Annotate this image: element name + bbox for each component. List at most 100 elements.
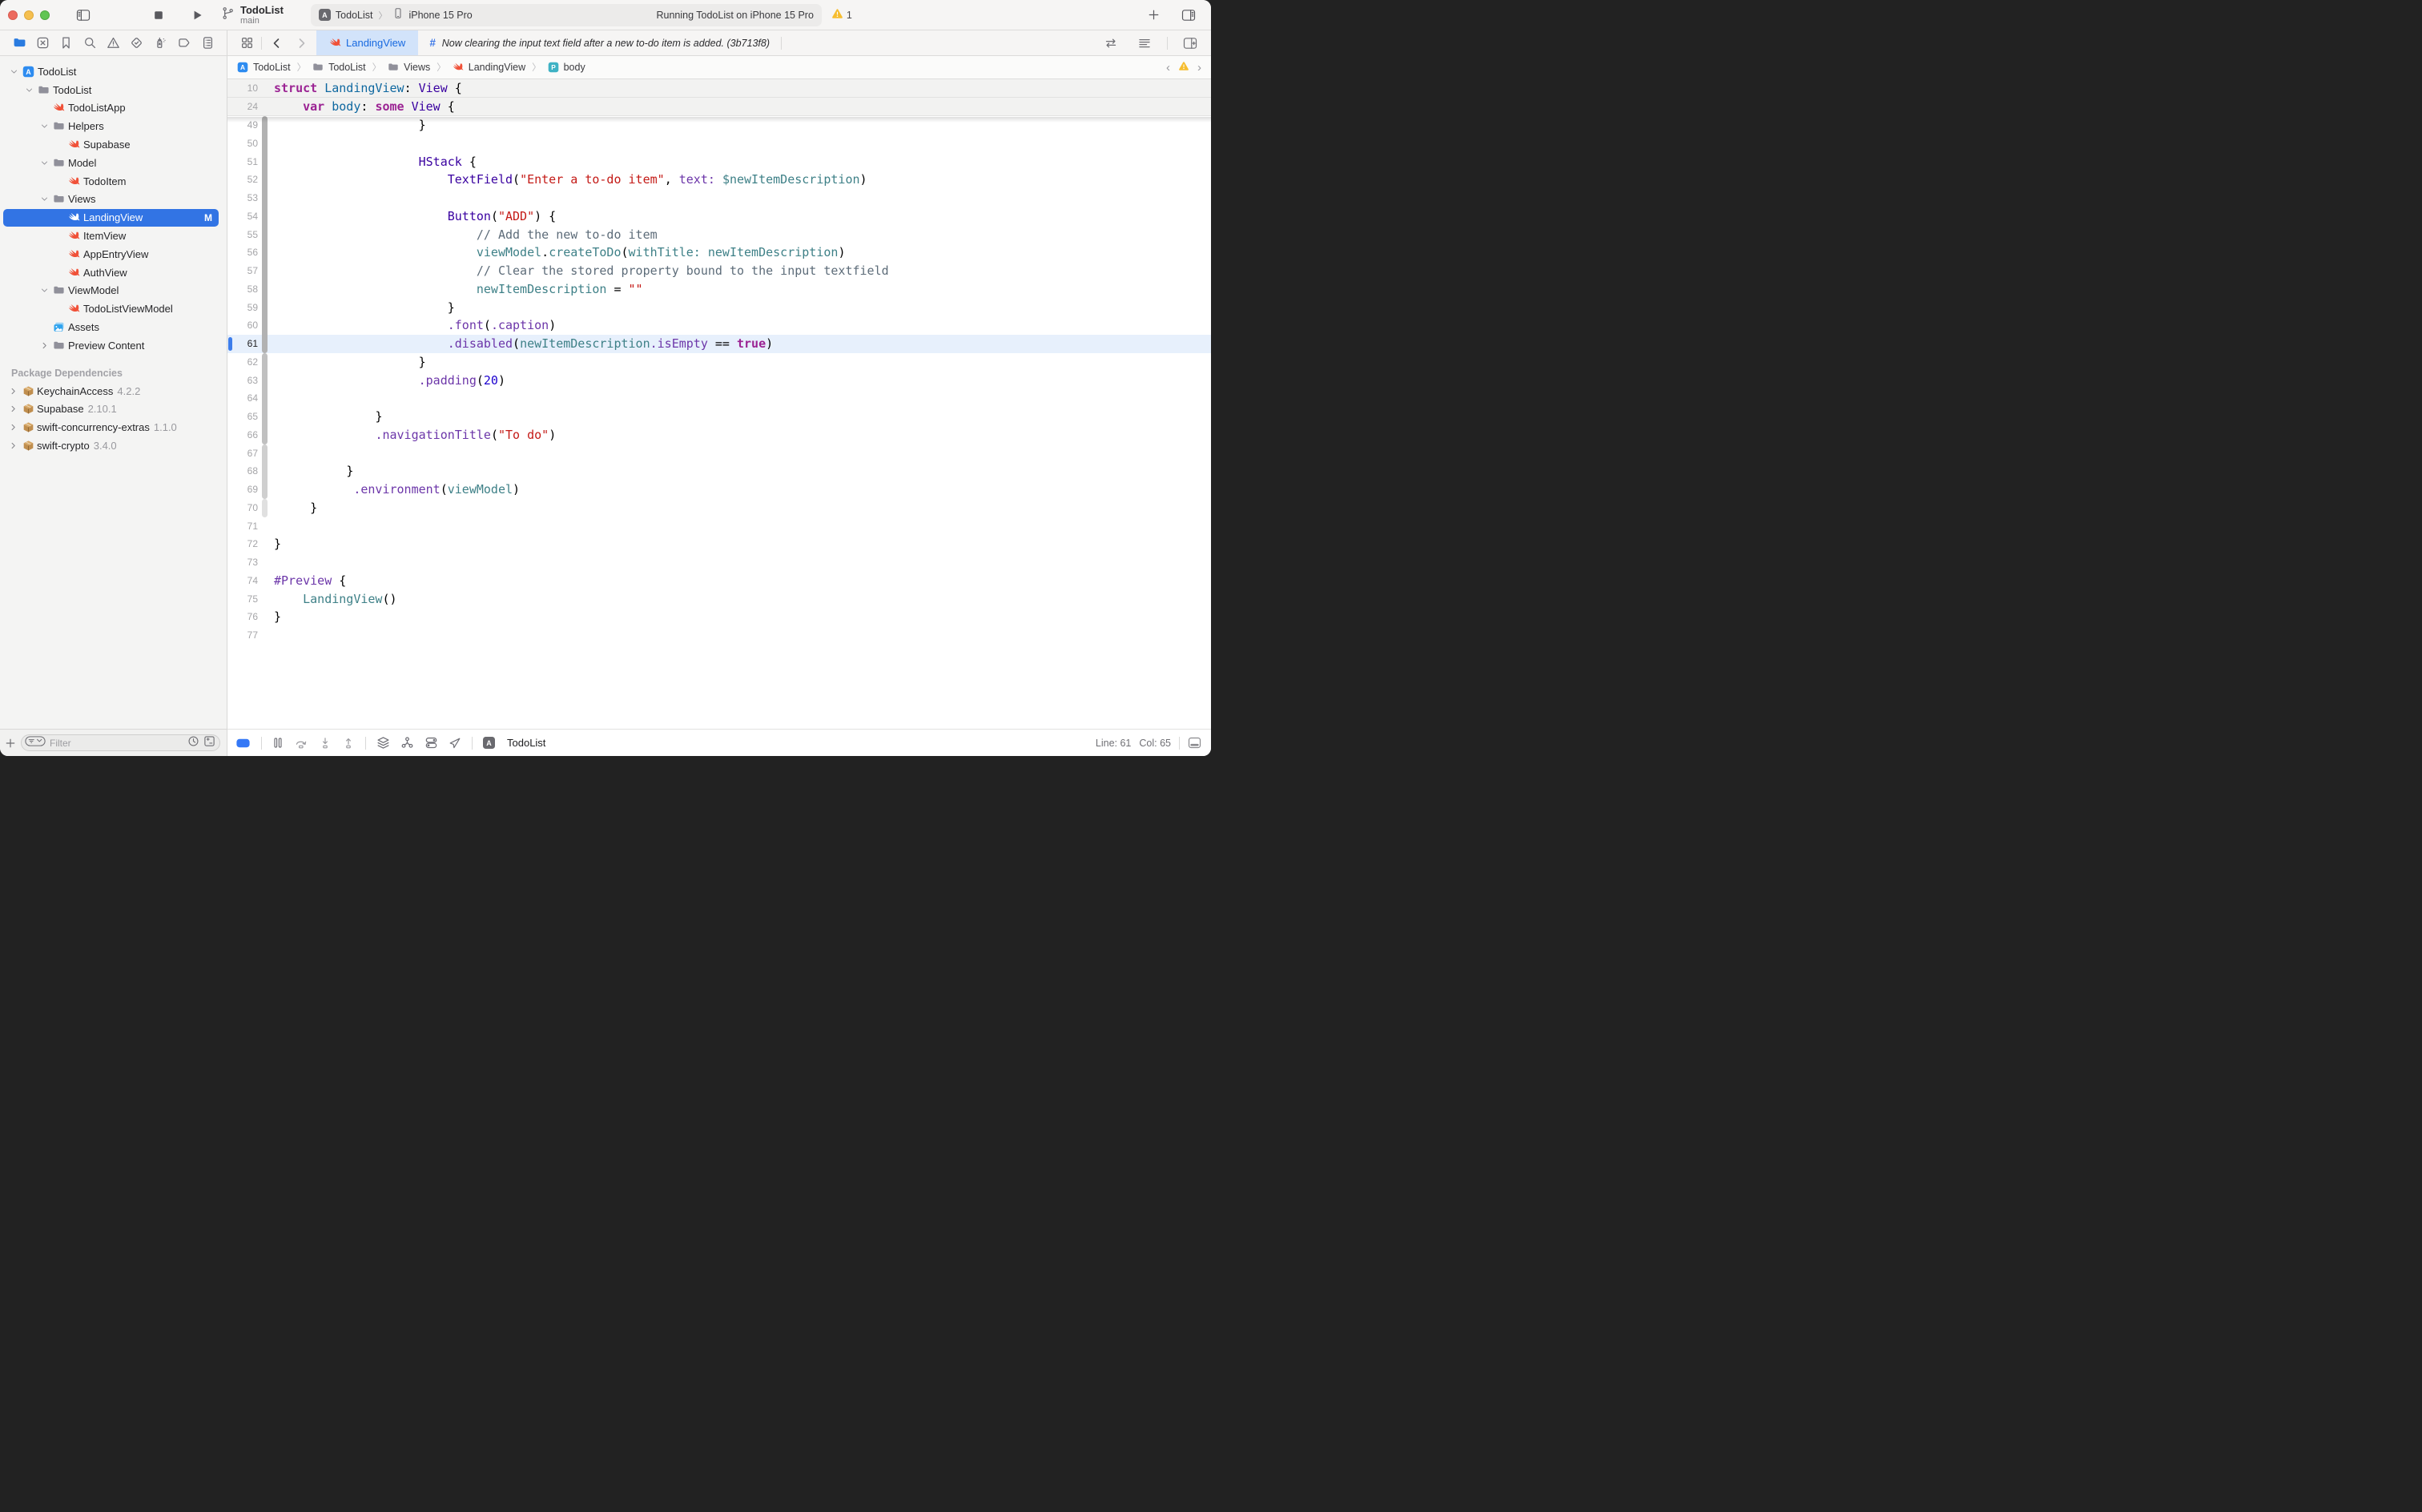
line-number[interactable]: 10 [227,79,258,98]
code-line[interactable]: 75 LandingView() [227,590,1211,609]
sidebar-item-assets[interactable]: Assets [0,318,227,336]
sidebar-item-todolistviewmodel[interactable]: TodoListViewModel [0,300,227,318]
tab-landingview[interactable]: LandingView [316,30,419,55]
scheme-activity-pill[interactable]: A TodoList 〉 iPhone 15 Pro Running TodoL… [310,3,822,26]
code-line[interactable]: 66 .navigationTitle("To do") [227,426,1211,444]
adjust-editor-options-icon[interactable] [1133,33,1156,54]
location-icon[interactable] [449,737,461,750]
sidebar-item-helpers[interactable]: Helpers [0,117,227,135]
code-line[interactable]: 60 .font(.caption) [227,316,1211,335]
code-line[interactable]: 54 Button("ADD") { [227,207,1211,226]
environment-overrides-icon[interactable] [424,736,438,750]
sidebar-item-preview-content[interactable]: Preview Content [0,336,227,355]
code-line[interactable]: 59 } [227,299,1211,317]
disclosure-closed-icon[interactable] [7,404,19,413]
disclosure-open-icon[interactable] [23,86,35,94]
toggle-navigator-icon[interactable] [72,5,95,26]
step-out-icon[interactable] [342,737,355,750]
line-number[interactable]: 66 [227,426,258,444]
line-number[interactable]: 52 [227,171,258,189]
minimize-window-button[interactable] [24,10,34,20]
destination-name[interactable]: iPhone 15 Pro [408,10,472,21]
source-control-icon[interactable] [34,34,51,52]
recent-files-icon[interactable] [187,735,199,751]
code-line[interactable]: 73 [227,553,1211,572]
line-number[interactable]: 67 [227,444,258,463]
sidebar-item-appentryview[interactable]: AppEntryView [0,245,227,263]
disclosure-closed-icon[interactable] [38,341,50,350]
line-number[interactable]: 50 [227,135,258,153]
disclosure-open-icon[interactable] [38,195,50,203]
code-line[interactable]: 61 .disabled(newItemDescription.isEmpty … [227,335,1211,353]
sidebar-item-todoitem[interactable]: TodoItem [0,172,227,191]
code-line[interactable]: 67 [227,444,1211,463]
tests-icon[interactable] [128,34,146,52]
run-button[interactable] [186,5,208,26]
breakpoints-icon[interactable] [175,34,193,52]
package-item-supabase[interactable]: Supabase 2.10.1 [0,400,227,419]
line-number[interactable]: 49 [227,116,258,135]
issues-badge[interactable]: 1 [831,8,852,22]
zoom-window-button[interactable] [40,10,50,20]
code-editor[interactable]: 49 } 50 51 HStack {52 TextField("Enter a t… [227,79,1211,729]
filter-field[interactable] [21,734,220,751]
sidebar-item-itemview[interactable]: ItemView [0,227,227,245]
breadcrumb-item-todolist[interactable]: A TodoList [237,62,291,73]
disclosure-open-icon[interactable] [38,286,50,295]
toggle-debug-area-icon[interactable] [1188,737,1201,749]
code-line[interactable]: 68 } [227,462,1211,481]
code-line[interactable]: 50 [227,135,1211,153]
code-line[interactable]: 72} [227,535,1211,553]
library-add-button[interactable] [1142,5,1165,26]
line-number[interactable]: 58 [227,280,258,299]
source-control-filter-icon[interactable] [203,735,215,751]
disclosure-closed-icon[interactable] [7,423,19,432]
code-line[interactable]: 74 #Preview { [227,572,1211,590]
bookmarks-icon[interactable] [58,34,75,52]
sidebar-item-todolist[interactable]: A TodoList [0,62,227,81]
toggle-inspector-icon[interactable] [1177,5,1200,26]
filter-input[interactable] [50,737,183,749]
code-line[interactable]: 58 newItemDescription = "" [227,280,1211,299]
project-navigator-icon[interactable] [10,34,28,52]
filter-menu-icon[interactable] [25,735,46,751]
breakpoints-toggle-icon[interactable] [235,737,251,750]
breadcrumb-item-todolist[interactable]: TodoList [312,62,366,73]
tab-commit[interactable]: # Now clearing the input text field afte… [418,30,781,55]
code-line[interactable]: 56 viewModel.createToDo(withTitle: newIt… [227,243,1211,262]
sidebar-item-landingview[interactable]: LandingView M [0,208,227,227]
sidebar-item-model[interactable]: Model [0,154,227,172]
line-number[interactable]: 57 [227,262,258,280]
forward-icon[interactable] [291,33,313,54]
add-editor-icon[interactable] [1179,33,1201,54]
line-number[interactable]: 65 [227,408,258,426]
memory-graph-icon[interactable] [400,736,414,750]
disclosure-open-icon[interactable] [38,122,50,131]
line-number[interactable]: 72 [227,535,258,553]
find-icon[interactable] [81,34,99,52]
code-line[interactable]: 71 [227,517,1211,536]
package-item-keychainaccess[interactable]: KeychainAccess 4.2.2 [0,382,227,400]
breadcrumb-item-landingview[interactable]: LandingView [453,62,525,73]
code-line[interactable]: 65 } [227,408,1211,426]
line-number[interactable]: 77 [227,626,258,645]
breadcrumb-item-views[interactable]: Views [388,62,430,73]
sticky-code-line[interactable]: 10 struct LandingView: View { [227,79,1211,98]
code-line[interactable]: 53 [227,189,1211,207]
line-number[interactable]: 63 [227,372,258,390]
code-line[interactable]: 51 HStack { [227,153,1211,171]
line-number[interactable]: 51 [227,153,258,171]
code-line[interactable]: 62 } [227,353,1211,372]
line-number[interactable]: 76 [227,608,258,626]
sidebar-item-views[interactable]: Views [0,191,227,209]
editor-layout-icon[interactable] [235,33,258,54]
code-line[interactable]: 63 .padding(20) [227,372,1211,390]
pause-icon[interactable] [272,737,284,749]
step-into-icon[interactable] [319,737,332,750]
line-number[interactable]: 70 [227,499,258,517]
stop-button[interactable] [147,5,170,26]
code-line[interactable]: 55 // Add the new to-do item [227,226,1211,244]
view-hierarchy-icon[interactable] [376,736,390,750]
line-number[interactable]: 54 [227,207,258,226]
code-line[interactable]: 57 // Clear the stored property bound to… [227,262,1211,280]
